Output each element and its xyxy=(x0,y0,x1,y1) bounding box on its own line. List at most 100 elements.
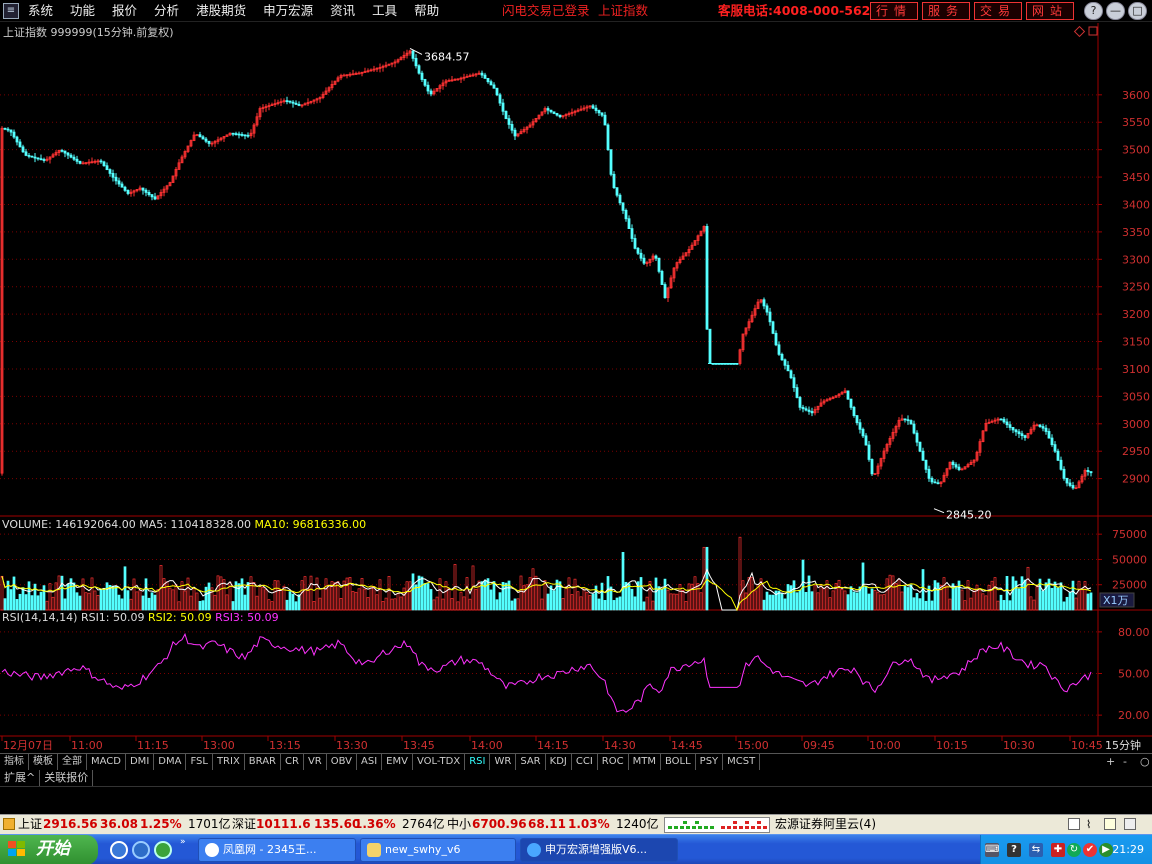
trade-login-status[interactable]: 闪电交易已登录 xyxy=(502,0,590,22)
current-index-status[interactable]: 上证指数 xyxy=(598,0,648,22)
volume-bar xyxy=(213,594,217,611)
price-tick-label: 3450 xyxy=(1122,171,1150,184)
volume-bar xyxy=(267,599,271,611)
app-quicklaunch-icon[interactable] xyxy=(154,841,172,859)
volume-bar xyxy=(813,585,817,611)
menu-system[interactable]: 系统 xyxy=(28,0,53,22)
candle-body xyxy=(120,183,124,188)
tab-全部[interactable]: 全部 xyxy=(58,754,87,770)
volume-bar xyxy=(924,600,928,611)
start-button[interactable]: 开始 xyxy=(0,835,98,864)
tab-dmi[interactable]: DMI xyxy=(126,754,155,770)
tab-wr[interactable]: WR xyxy=(490,754,517,770)
tab-模板[interactable]: 模板 xyxy=(29,754,58,770)
service-button[interactable]: 服务 xyxy=(922,2,971,20)
volume-bar xyxy=(255,595,259,611)
tab-asi[interactable]: ASI xyxy=(357,754,383,770)
task-phoenix[interactable]: 凤凰网 - 2345王... xyxy=(198,838,356,862)
menu-function[interactable]: 功能 xyxy=(70,0,95,22)
restore-button[interactable]: □ xyxy=(1128,2,1147,20)
volume-bar xyxy=(147,597,151,611)
market-breadth-bars xyxy=(664,817,770,833)
menu-help[interactable]: 帮助 xyxy=(414,0,439,22)
volume-bar xyxy=(930,600,934,611)
tab-zoom-in-button[interactable]: + xyxy=(1106,754,1115,770)
tab-boll[interactable]: BOLL xyxy=(661,754,696,770)
tab-trix[interactable]: TRIX xyxy=(213,754,245,770)
rsi-legend-item: RSI1: 50.09 xyxy=(81,611,145,624)
refresh-tray-icon[interactable]: ↻ xyxy=(1067,843,1081,857)
tab-vol-tdx[interactable]: VOL-TDX xyxy=(413,754,466,770)
quote-button[interactable]: 行情 xyxy=(870,2,919,20)
tab-options-button[interactable]: ○ xyxy=(1140,754,1150,770)
tab-obv[interactable]: OBV xyxy=(327,754,357,770)
volume-bar xyxy=(840,589,844,611)
tab-cci[interactable]: CCI xyxy=(572,754,598,770)
menu-analysis[interactable]: 分析 xyxy=(154,0,179,22)
settings-icon[interactable] xyxy=(1124,818,1136,830)
tab-指标[interactable]: 指标 xyxy=(0,754,29,770)
tab-mtm[interactable]: MTM xyxy=(629,754,661,770)
window-icon[interactable] xyxy=(1068,818,1080,830)
security-tray-icon[interactable]: ✚ xyxy=(1051,843,1065,857)
tab-mcst[interactable]: MCST xyxy=(723,754,761,770)
candle-body xyxy=(600,112,604,116)
task-folder[interactable]: new_swhy_v6 xyxy=(360,838,516,862)
volume-bar xyxy=(468,598,472,611)
candle-body xyxy=(597,110,601,114)
website-button[interactable]: 网站 xyxy=(1026,2,1075,20)
related-quotes-tab[interactable]: 关联报价 xyxy=(40,770,94,786)
volume-bar xyxy=(75,592,79,611)
volume-bar xyxy=(81,578,85,611)
menu-swhy[interactable]: 申万宏源 xyxy=(263,0,313,22)
menu-tools[interactable]: 工具 xyxy=(372,0,397,22)
tab-rsi[interactable]: RSI xyxy=(465,754,491,770)
tab-brar[interactable]: BRAR xyxy=(245,754,281,770)
candle-body xyxy=(783,359,787,366)
status-icon[interactable] xyxy=(3,818,15,830)
candle-body xyxy=(1056,450,1060,461)
help-tray-icon[interactable]: ? xyxy=(1007,843,1021,857)
tab-psy[interactable]: PSY xyxy=(696,754,724,770)
volume-bar xyxy=(1062,601,1066,611)
menu-quote[interactable]: 报价 xyxy=(112,0,137,22)
server-name[interactable]: 宏源证券阿里云(4) xyxy=(775,815,876,834)
app-logo-icon[interactable]: ≡ xyxy=(3,3,19,19)
tab-vr[interactable]: VR xyxy=(304,754,327,770)
expand-tab[interactable]: 扩展^ xyxy=(0,770,41,786)
tab-kdj[interactable]: KDJ xyxy=(546,754,572,770)
help-window-button[interactable]: ? xyxy=(1084,2,1103,20)
tab-cr[interactable]: CR xyxy=(281,754,304,770)
candle-body xyxy=(663,284,667,299)
browser-quicklaunch-icon[interactable] xyxy=(132,841,150,859)
volume-bar xyxy=(1065,596,1069,611)
candle-body xyxy=(1044,427,1048,432)
tab-emv[interactable]: EMV xyxy=(382,754,413,770)
tab-sar[interactable]: SAR xyxy=(516,754,546,770)
menu-hk-futures[interactable]: 港股期货 xyxy=(196,0,246,22)
shield-tray-icon[interactable]: ✔ xyxy=(1083,843,1097,857)
ie-quicklaunch-icon[interactable] xyxy=(110,841,128,859)
volume-bar xyxy=(156,588,160,611)
volume-bar xyxy=(582,587,586,611)
minimize-button[interactable]: — xyxy=(1106,2,1125,20)
network-tray-icon[interactable]: ⇆ xyxy=(1029,843,1043,857)
task-swhy[interactable]: 申万宏源增强版V6... xyxy=(520,838,678,862)
volume-bar xyxy=(51,596,55,611)
tab-fsl[interactable]: FSL xyxy=(186,754,213,770)
trade-button[interactable]: 交易 xyxy=(974,2,1023,20)
note-icon[interactable] xyxy=(1104,818,1116,830)
signal-icon[interactable]: ⌇ xyxy=(1086,815,1091,834)
candle-body xyxy=(201,136,205,140)
keyboard-tray-icon[interactable]: ⌨ xyxy=(985,843,999,857)
candle-body xyxy=(18,141,22,148)
tab-roc[interactable]: ROC xyxy=(598,754,629,770)
tab-macd[interactable]: MACD xyxy=(87,754,126,770)
kline-chart[interactable]: 2900 2950 3000 3050 3100 3150 3200 3250 3300 3350… xyxy=(0,23,1152,753)
volume-tray-icon[interactable]: ▶ xyxy=(1099,843,1113,857)
menu-news[interactable]: 资讯 xyxy=(330,0,355,22)
quicklaunch-chevron-icon[interactable]: » xyxy=(180,837,186,847)
candle-body xyxy=(1005,421,1009,426)
tab-dma[interactable]: DMA xyxy=(154,754,187,770)
tab-zoom-out-button[interactable]: - xyxy=(1123,754,1127,770)
